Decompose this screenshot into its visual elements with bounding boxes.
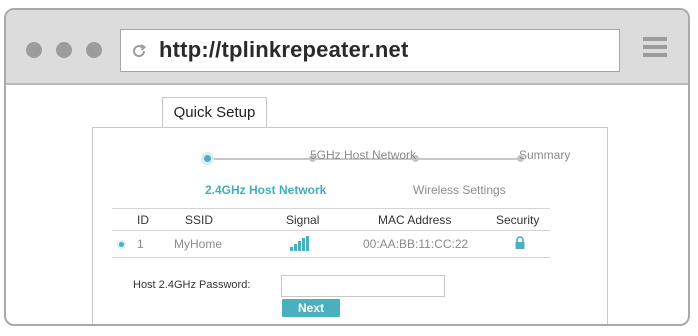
window-dot-icon[interactable] <box>56 42 72 58</box>
hamburger-menu-icon[interactable] <box>643 37 667 61</box>
next-button[interactable]: Next <box>282 299 340 317</box>
step-label-2g: 2.4GHz Host Network <box>205 183 327 197</box>
table-top-rule <box>112 208 550 209</box>
column-header-security: Security <box>496 213 540 227</box>
column-header-mac: MAC Address <box>378 213 452 227</box>
row-select-radio[interactable] <box>119 242 124 247</box>
step-dot-2g <box>204 155 211 162</box>
column-header-ssid: SSID <box>185 213 214 227</box>
window-dot-icon[interactable] <box>86 42 102 58</box>
cell-ssid: MyHome <box>174 237 223 251</box>
quick-setup-panel: 2.4GHz Host Network 5GHz Host Network Wi… <box>92 127 608 324</box>
step-label-wireless: Wireless Settings <box>413 183 506 197</box>
lock-icon <box>515 236 525 249</box>
reload-icon[interactable] <box>129 41 149 61</box>
cell-mac: 00:AA:BB:11:CC:22 <box>363 237 469 251</box>
table-bottom-rule <box>112 257 550 258</box>
step-label-5g: 5GHz Host Network <box>310 148 417 162</box>
column-header-id: ID <box>137 213 149 227</box>
table-header-rule <box>112 230 550 231</box>
browser-window: http://tplinkrepeater.net Quick Setup 2.… <box>4 8 690 326</box>
address-bar[interactable]: http://tplinkrepeater.net <box>120 29 620 72</box>
tab-quick-setup[interactable]: Quick Setup <box>162 97 267 127</box>
password-label: Host 2.4GHz Password: <box>133 279 251 291</box>
window-dot-icon[interactable] <box>26 42 42 58</box>
signal-bars-icon <box>290 236 312 251</box>
password-input[interactable] <box>281 275 445 297</box>
cell-id: 1 <box>137 237 144 251</box>
step-label-summary: Summary <box>519 148 571 162</box>
column-header-signal: Signal <box>286 213 320 227</box>
browser-toolbar: http://tplinkrepeater.net <box>6 10 688 85</box>
url-text[interactable]: http://tplinkrepeater.net <box>159 37 408 63</box>
